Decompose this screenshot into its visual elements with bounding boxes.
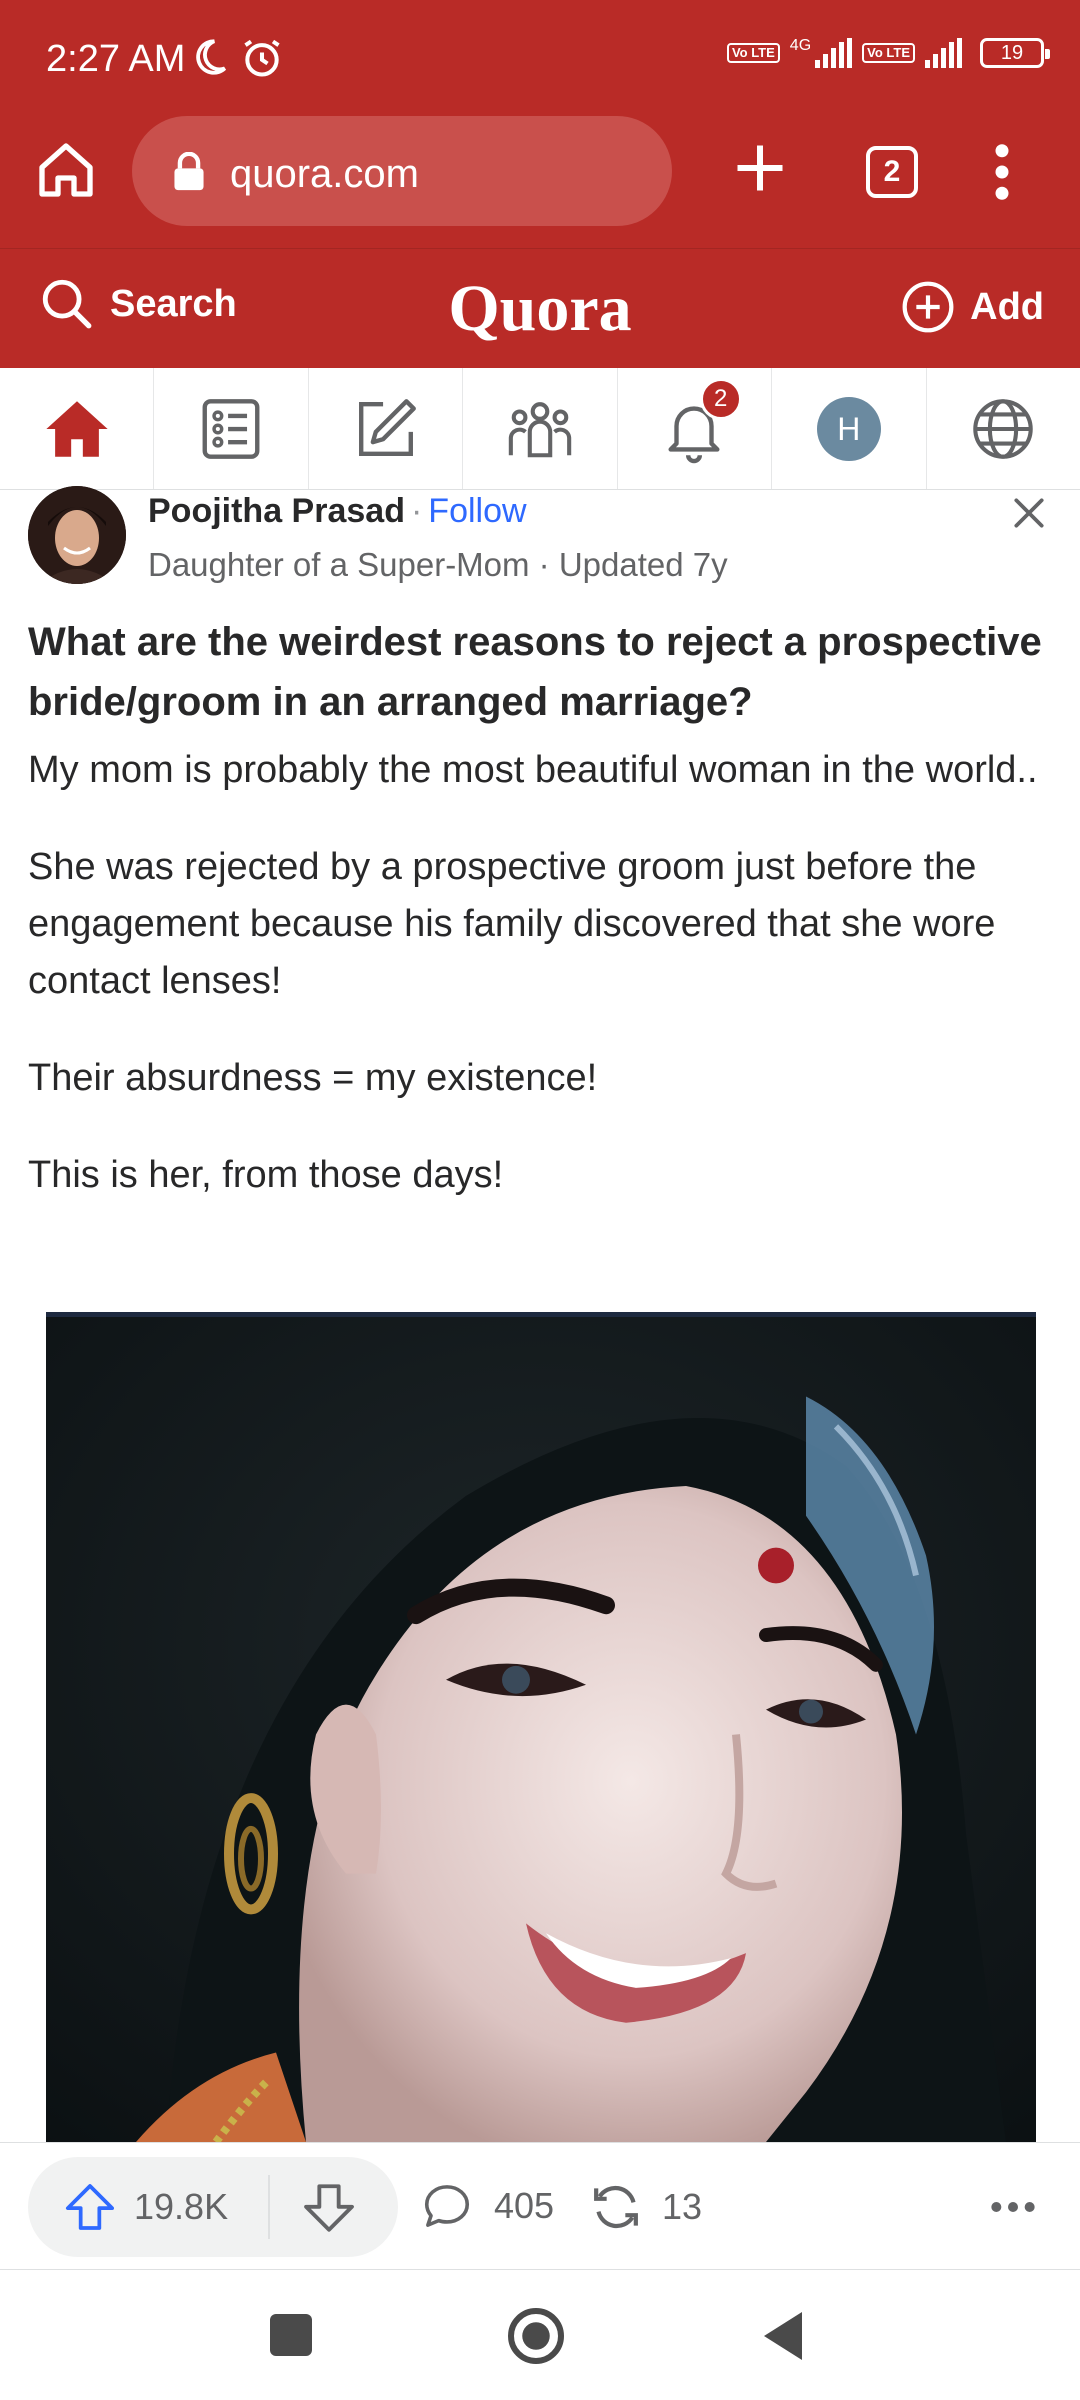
alarm-icon bbox=[244, 39, 280, 77]
quora-nav-tabs: 2 H bbox=[0, 368, 1080, 490]
people-icon bbox=[508, 401, 572, 457]
notification-badge: 2 bbox=[699, 378, 742, 420]
back-triangle-icon[interactable] bbox=[760, 2310, 808, 2362]
tab-following[interactable] bbox=[154, 368, 309, 489]
question-title[interactable]: What are the weirdest reasons to reject … bbox=[28, 612, 1058, 732]
follow-button[interactable]: Follow bbox=[428, 492, 526, 530]
comment-button[interactable]: 405 bbox=[420, 2179, 554, 2233]
home-icon[interactable] bbox=[34, 138, 98, 202]
close-icon[interactable] bbox=[1010, 494, 1048, 532]
answer-body: My mom is probably the most beautiful wo… bbox=[28, 742, 1058, 1244]
home-filled-icon bbox=[46, 400, 108, 457]
lock-icon bbox=[174, 152, 204, 191]
author-line: Poojitha Prasad · Follow bbox=[148, 492, 527, 531]
upvote-icon bbox=[65, 2184, 115, 2230]
edit-icon bbox=[358, 398, 416, 456]
author-name[interactable]: Poojitha Prasad bbox=[148, 492, 405, 530]
network-type-label: 4G bbox=[789, 37, 812, 54]
comment-icon bbox=[424, 2185, 470, 2227]
answer-action-bar: 19.8K 405 13 bbox=[0, 2142, 1080, 2270]
status-bar: 2:27 AM Vo LTE 4G Vo LTE 19 bbox=[0, 0, 1080, 110]
downvote-icon[interactable] bbox=[300, 2179, 358, 2237]
tab-answer[interactable] bbox=[309, 368, 464, 489]
tab-languages[interactable] bbox=[927, 368, 1080, 489]
new-tab-icon[interactable] bbox=[730, 138, 790, 198]
globe-icon bbox=[973, 398, 1033, 459]
separator-dot: · bbox=[410, 492, 423, 530]
share-button[interactable]: 13 bbox=[588, 2179, 702, 2235]
vote-pill: 19.8K bbox=[28, 2157, 398, 2257]
url-bar[interactable]: quora.com bbox=[132, 116, 672, 226]
battery-icon: 19 bbox=[980, 38, 1050, 68]
tab-notifications[interactable]: 2 bbox=[618, 368, 773, 489]
upvote-count: 19.8K bbox=[134, 2186, 229, 2227]
answer-paragraph: She was rejected by a prospective groom … bbox=[28, 846, 996, 1002]
quora-header: Search Quora Add bbox=[0, 248, 1080, 368]
browser-toolbar: quora.com 2 bbox=[0, 110, 1080, 248]
tab-profile[interactable]: H bbox=[772, 368, 927, 489]
status-time: 2:27 AM bbox=[46, 38, 186, 80]
add-label: Add bbox=[970, 285, 1044, 328]
tab-spaces[interactable] bbox=[463, 368, 618, 489]
author-avatar[interactable] bbox=[28, 486, 126, 584]
status-indicators: Vo LTE 4G Vo LTE 19 bbox=[726, 37, 1050, 68]
answer-photo[interactable] bbox=[46, 1312, 1036, 2142]
add-circle-icon bbox=[902, 281, 954, 333]
signal-icon bbox=[815, 38, 853, 68]
answer-paragraph: My mom is probably the most beautiful wo… bbox=[28, 749, 1038, 791]
upvote-button[interactable]: 19.8K bbox=[62, 2179, 228, 2235]
signal-icon-2 bbox=[925, 38, 962, 68]
recents-button[interactable] bbox=[270, 2314, 312, 2356]
add-button[interactable]: Add bbox=[900, 279, 1044, 335]
list-icon bbox=[202, 398, 260, 459]
portrait-image bbox=[46, 1317, 1036, 2142]
answer-paragraph: Their absurdness = my existence! bbox=[28, 1057, 598, 1099]
more-vert-icon[interactable] bbox=[990, 142, 1014, 202]
tab-count-button[interactable]: 2 bbox=[866, 146, 918, 198]
volte-badge: Vo LTE bbox=[726, 43, 780, 63]
author-credential: Daughter of a Super-Mom · Updated 7y bbox=[148, 546, 728, 583]
moon-icon bbox=[196, 39, 227, 75]
url-text: quora.com bbox=[230, 152, 419, 196]
more-horiz-icon[interactable] bbox=[988, 2193, 1038, 2221]
profile-avatar: H bbox=[816, 396, 881, 461]
vote-divider bbox=[268, 2175, 270, 2239]
share-count: 13 bbox=[662, 2186, 703, 2227]
comment-count: 405 bbox=[494, 2185, 555, 2226]
reshare-icon bbox=[594, 2185, 638, 2229]
author-photo bbox=[28, 486, 126, 584]
system-nav-bar bbox=[0, 2270, 1080, 2400]
volte-badge-2: Vo LTE bbox=[862, 43, 915, 63]
answer-paragraph: This is her, from those days! bbox=[28, 1154, 504, 1196]
home-circle-icon[interactable] bbox=[506, 2306, 566, 2366]
tab-home[interactable] bbox=[0, 368, 155, 489]
